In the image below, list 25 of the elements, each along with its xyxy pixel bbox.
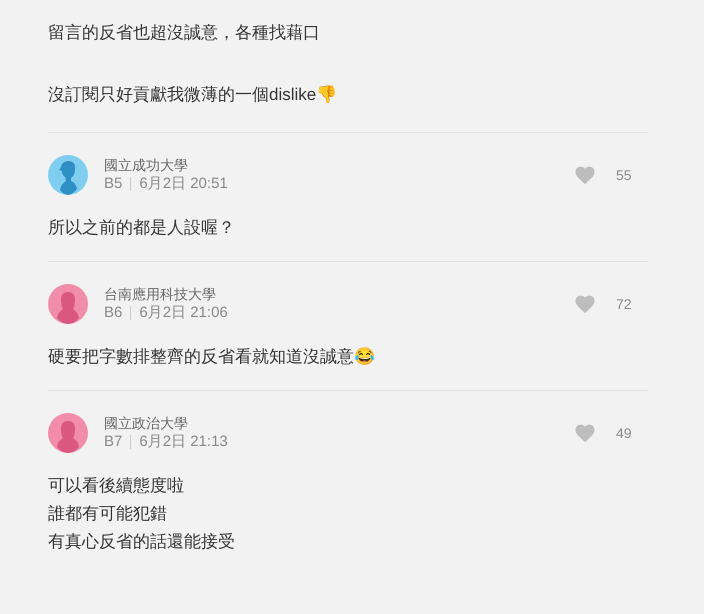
heart-icon xyxy=(574,165,596,185)
like-button[interactable] xyxy=(574,423,596,443)
comment-time: 6月2日 21:13 xyxy=(139,432,228,452)
comment-text: 可以看後續態度啦 xyxy=(48,475,185,497)
like-button[interactable] xyxy=(574,165,596,185)
post-paragraph: 沒訂閱只好貢獻我微薄的一個dislike👎 xyxy=(48,84,338,106)
heart-icon xyxy=(574,294,596,314)
like-button[interactable] xyxy=(574,294,596,314)
comment-text: 有真心反省的話還能接受 xyxy=(48,531,236,553)
school-name: 國立政治大學 xyxy=(104,414,189,432)
heart-icon xyxy=(574,423,596,443)
floor-number: B6 xyxy=(104,303,122,323)
like-count: 55 xyxy=(616,166,632,184)
like-count: 49 xyxy=(616,424,632,442)
school-name: 台南應用科技大學 xyxy=(104,285,217,303)
floor-number: B5 xyxy=(104,174,122,194)
comment-text: 所以之前的都是人設喔？ xyxy=(48,217,236,239)
school-name: 國立成功大學 xyxy=(104,156,189,174)
post-paragraph: 留言的反省也超沒誠意，各種找藉口 xyxy=(48,22,321,44)
comment-text: 誰都有可能犯錯 xyxy=(48,503,168,525)
like-count: 72 xyxy=(616,294,632,314)
comment-time: 6月2日 21:06 xyxy=(139,303,228,323)
comment-text: 硬要把字數排整齊的反省看就知道沒誠意😂 xyxy=(48,346,376,368)
floor-number: B7 xyxy=(104,432,122,452)
comment-time: 6月2日 20:51 xyxy=(139,174,228,194)
